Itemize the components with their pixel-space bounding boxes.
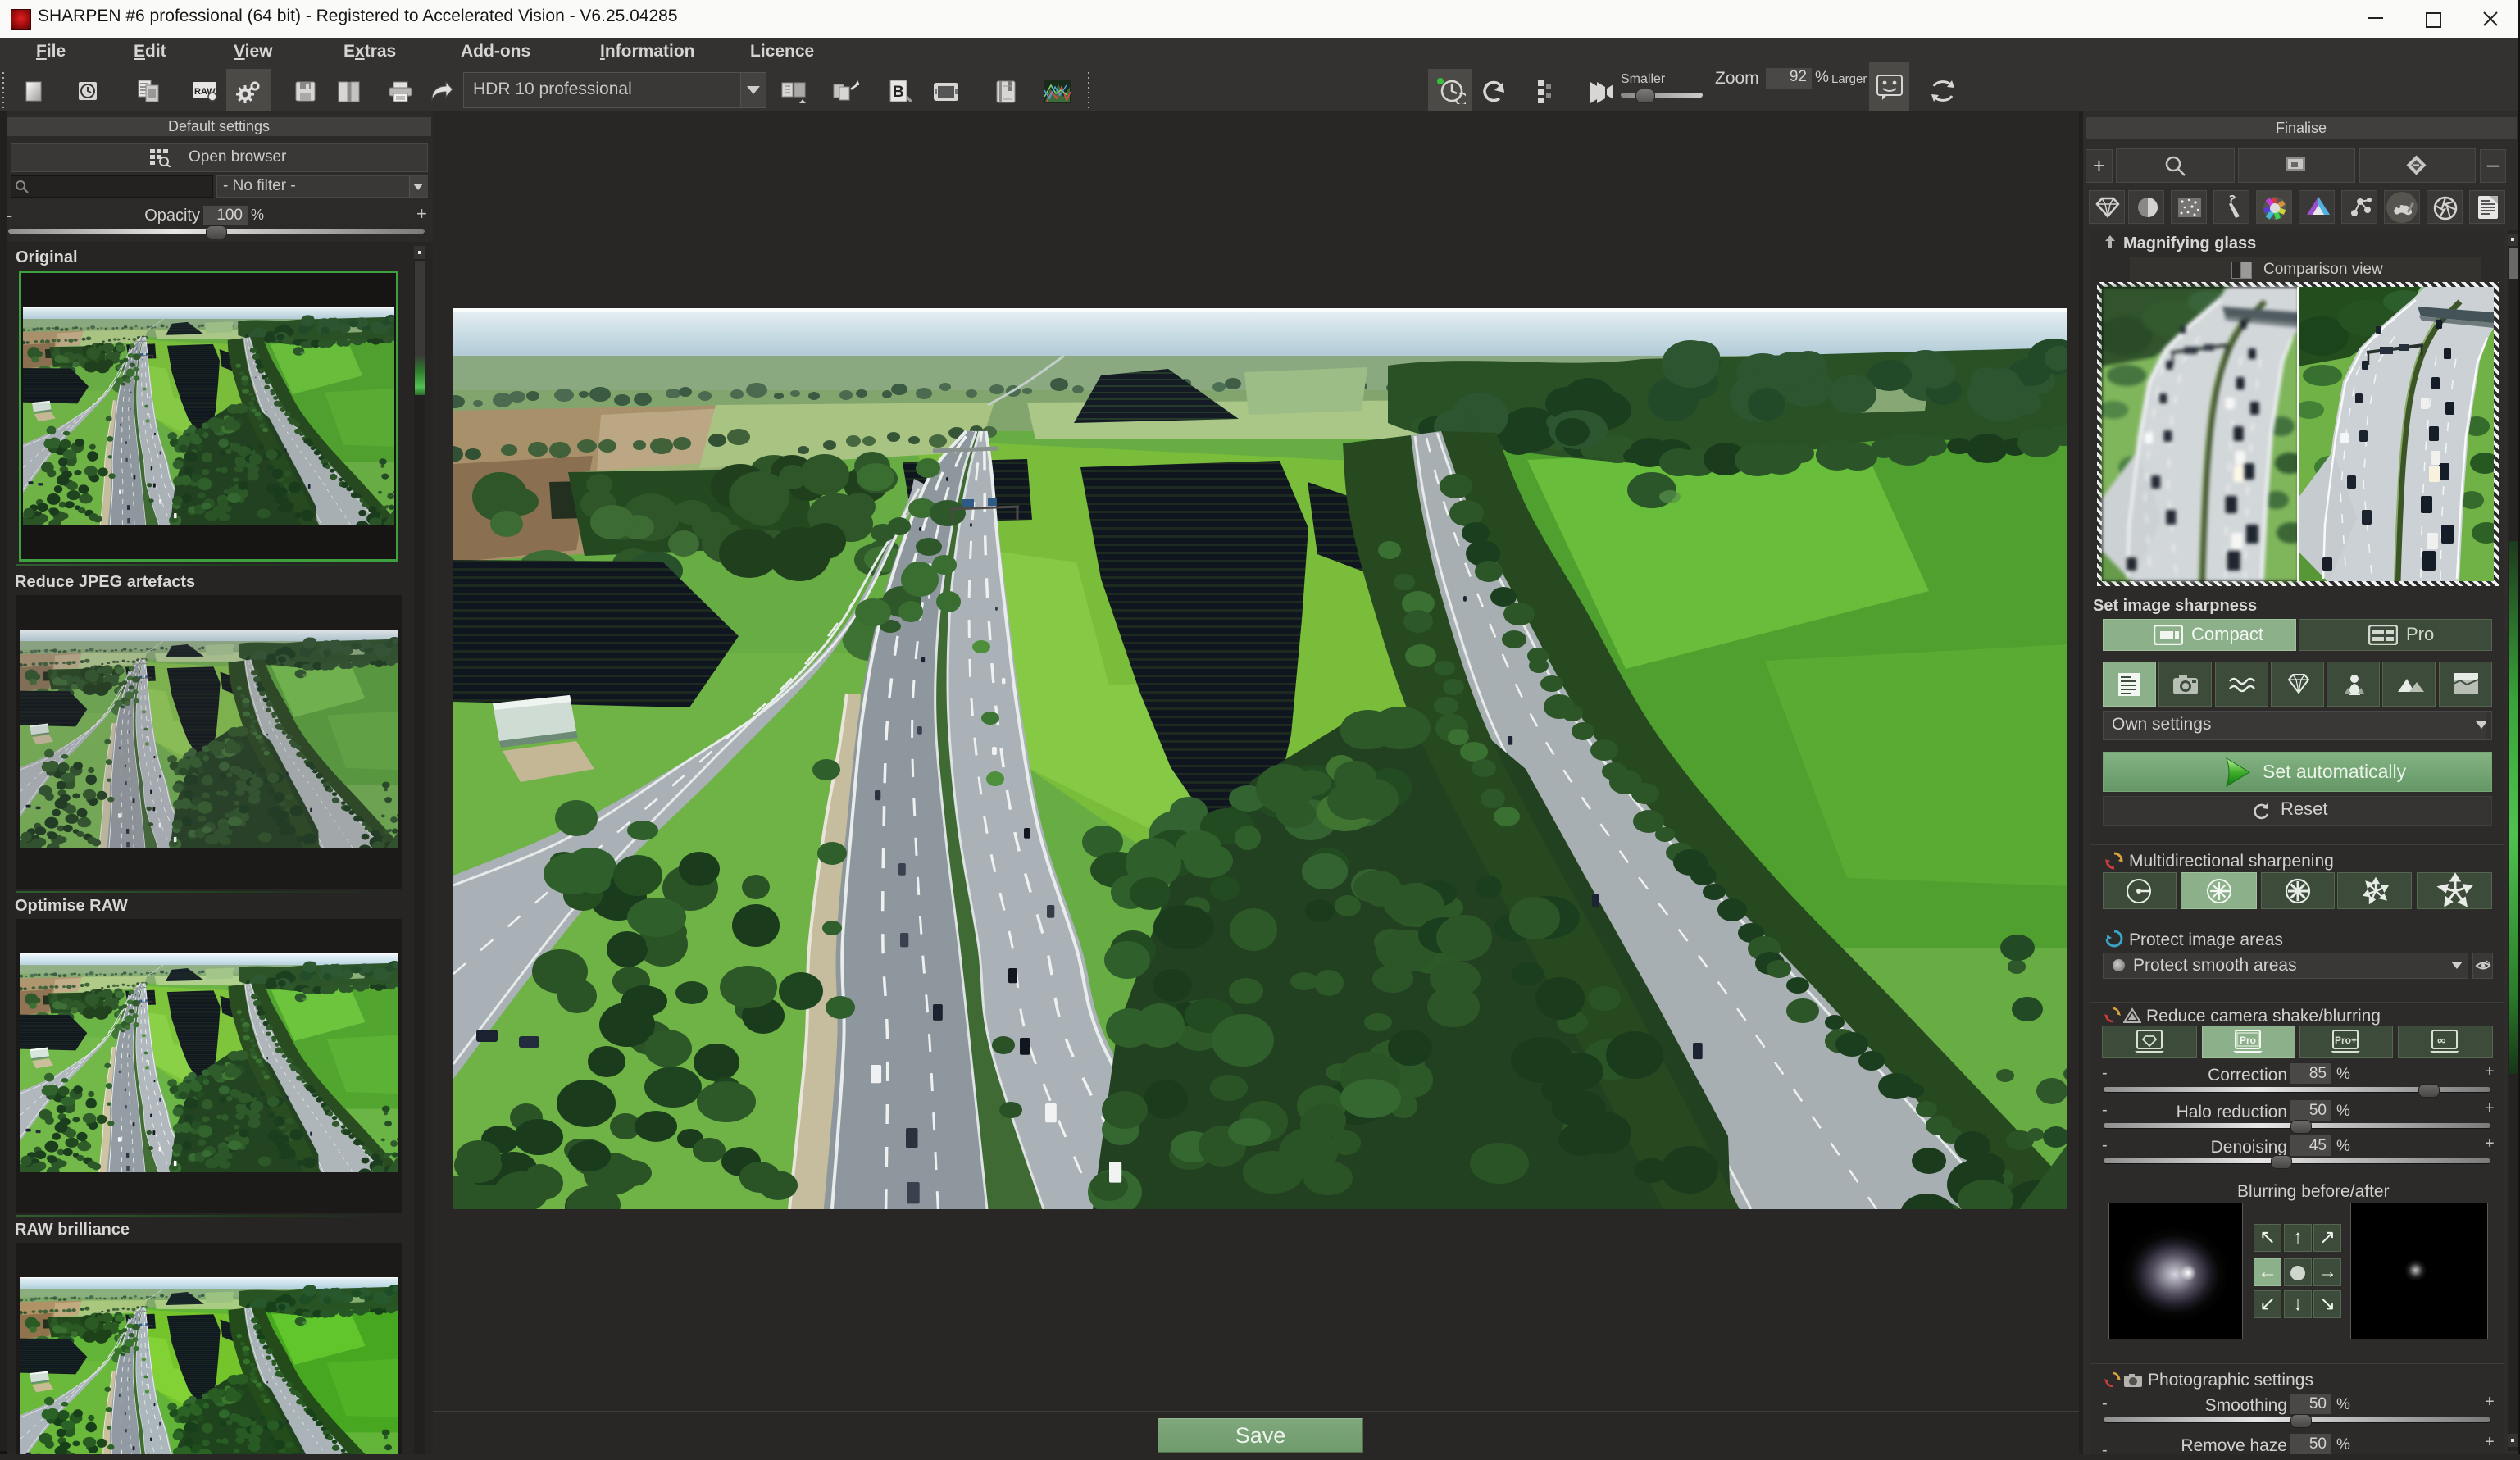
svg-text:B: B — [893, 84, 904, 101]
svg-text:∞: ∞ — [2437, 1034, 2446, 1048]
svg-text:Pro: Pro — [2240, 1035, 2256, 1046]
svg-text:Pro+: Pro+ — [2335, 1035, 2357, 1046]
